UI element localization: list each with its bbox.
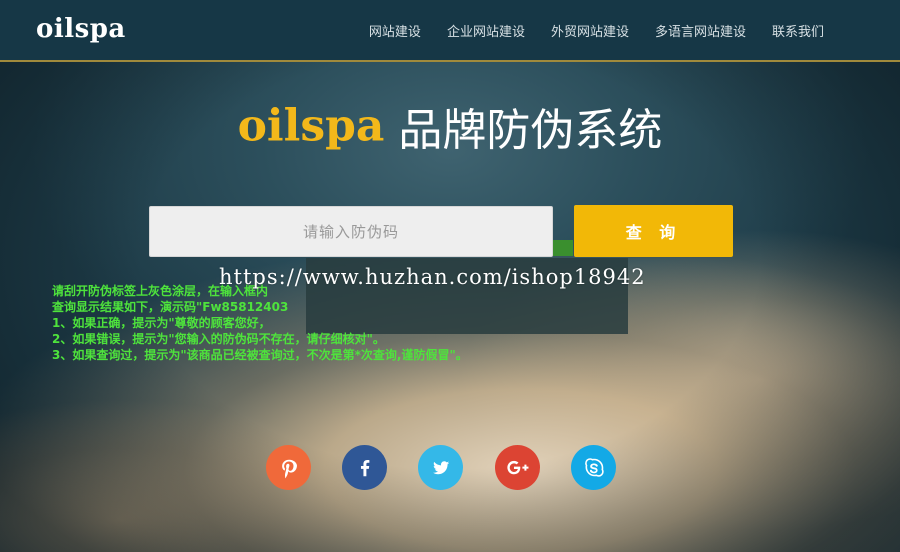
hero-title-text: 品牌防伪系统 <box>398 105 663 156</box>
anti-counterfeit-code-input[interactable] <box>149 206 553 257</box>
instruction-line: 1、如果正确，提示为"尊敬的顾客您好， <box>52 316 271 330</box>
twitter-link[interactable] <box>418 445 463 490</box>
nav-item-enterprise-website[interactable]: 企业网站建设 <box>447 21 525 40</box>
instruction-line: 2、如果错误，提示为"您输入的防伪码不存在，请仔细核对"。 <box>52 332 385 346</box>
site-logo[interactable]: oilspa <box>36 14 126 44</box>
nav-item-foreign-trade-website[interactable]: 外贸网站建设 <box>551 21 629 40</box>
query-button[interactable]: 查 询 <box>574 205 733 257</box>
facebook-icon <box>354 457 376 479</box>
top-navbar: oilspa 网站建设 企业网站建设 外贸网站建设 多语言网站建设 联系我们 <box>0 0 900 62</box>
watermark-url: https://www.huzhan.com/ishop18942 <box>219 265 646 289</box>
instruction-line: 查询显示结果如下，演示码"Fw85812403 <box>52 300 289 314</box>
instruction-line: 3、如果查询过，提示为"该商品已经被查询过，不次是第*次查询,谨防假冒"。 <box>52 348 468 362</box>
green-marker <box>553 240 573 256</box>
skype-icon <box>582 456 606 480</box>
nav-item-contact-us[interactable]: 联系我们 <box>772 21 824 40</box>
twitter-icon <box>430 457 452 479</box>
nav-item-multilingual-website[interactable]: 多语言网站建设 <box>655 21 746 40</box>
hero-brand: oilspa <box>237 100 385 152</box>
google-plus-icon <box>506 457 530 479</box>
pinterest-icon <box>278 457 300 479</box>
facebook-link[interactable] <box>342 445 387 490</box>
page-title: oilspa 品牌防伪系统 <box>0 94 900 158</box>
nav-item-website-building[interactable]: 网站建设 <box>369 21 421 40</box>
main-nav: 网站建设 企业网站建设 外贸网站建设 多语言网站建设 联系我们 <box>369 21 824 40</box>
pinterest-link[interactable] <box>266 445 311 490</box>
query-instructions: 请刮开防伪标签上灰色涂层，在输入框内 查询显示结果如下，演示码"Fw858124… <box>52 283 652 363</box>
google-plus-link[interactable] <box>495 445 540 490</box>
skype-link[interactable] <box>571 445 616 490</box>
social-links <box>266 445 618 491</box>
